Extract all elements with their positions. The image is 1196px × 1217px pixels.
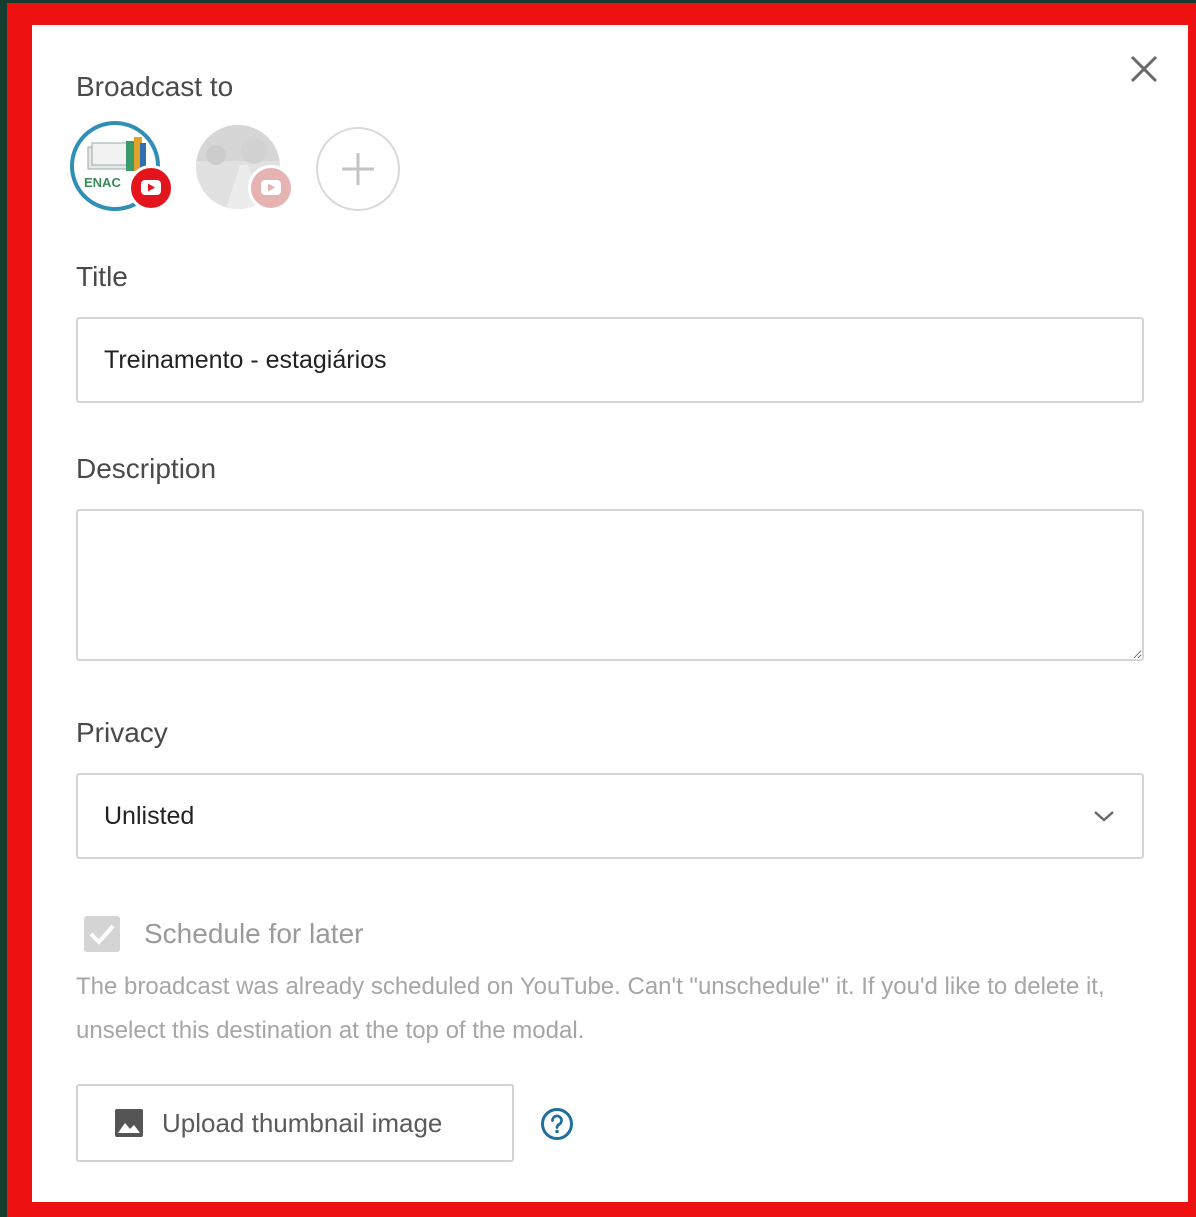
- add-destination-button[interactable]: [316, 127, 400, 211]
- plus-icon: [342, 153, 374, 185]
- close-icon[interactable]: [1128, 53, 1160, 85]
- chevron-down-icon: [1094, 811, 1114, 822]
- description-textarea[interactable]: [76, 509, 1144, 661]
- description-label: Description: [76, 453, 217, 484]
- broadcast-to-label: Broadcast to: [76, 71, 234, 102]
- help-icon[interactable]: [540, 1107, 574, 1141]
- schedule-checkbox[interactable]: [84, 916, 120, 952]
- highlight-frame: Broadcast to ENAC Title Treinamento - es…: [7, 3, 1196, 1217]
- broadcast-modal: Broadcast to ENAC Title Treinamento - es…: [32, 25, 1188, 1202]
- title-input[interactable]: [76, 317, 1144, 403]
- avatar-text: ENAC: [84, 175, 121, 190]
- privacy-label: Privacy: [76, 717, 168, 748]
- privacy-value: Unlisted: [104, 801, 195, 830]
- image-icon: [115, 1109, 143, 1137]
- checkmark-icon: [89, 924, 115, 945]
- privacy-select[interactable]: Unlisted: [76, 773, 1144, 859]
- schedule-label: Schedule for later: [144, 918, 364, 949]
- upload-thumbnail-button[interactable]: Upload thumbnail image: [76, 1084, 514, 1162]
- upload-thumbnail-label: Upload thumbnail image: [162, 1107, 443, 1138]
- youtube-icon: [128, 165, 174, 211]
- youtube-icon: [248, 165, 294, 211]
- schedule-note: The broadcast was already scheduled on Y…: [76, 973, 1105, 1044]
- title-label: Title: [76, 261, 128, 292]
